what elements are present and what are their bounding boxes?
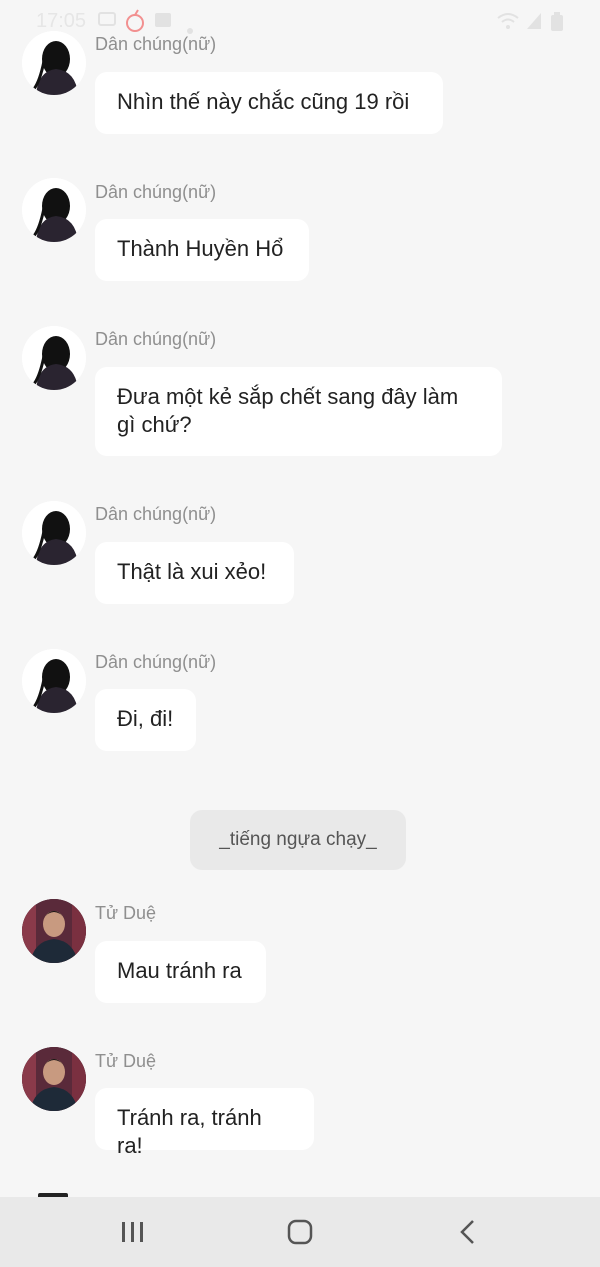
signal-icon	[526, 12, 542, 35]
message-bubble[interactable]: Mau tránh ra	[95, 941, 266, 1003]
silhouette-avatar-icon	[22, 178, 86, 242]
avatar[interactable]	[22, 31, 86, 95]
sender-name: Dân chúng(nữ)	[95, 34, 217, 54]
narration-bubble: _tiếng ngựa chạy_	[190, 810, 406, 870]
sender-name: Dân chúng(nữ)	[95, 182, 217, 202]
home-icon	[287, 1219, 313, 1245]
back-icon	[460, 1220, 474, 1244]
sender-name: Dân chúng(nữ)	[95, 652, 217, 672]
gallery-icon	[154, 12, 172, 33]
wifi-icon	[496, 12, 520, 35]
message-bubble[interactable]: Đi, đi!	[95, 689, 196, 751]
sender-name: Tử Duệ	[95, 1051, 157, 1071]
silhouette-avatar-icon	[22, 649, 86, 713]
silhouette-avatar-icon	[22, 501, 86, 565]
sender-name: Dân chúng(nữ)	[95, 504, 217, 524]
sender-name: Tử Duệ	[95, 903, 157, 923]
avatar[interactable]	[22, 899, 86, 963]
message-bubble[interactable]: Tránh ra, tránh ra!	[95, 1088, 314, 1158]
recent-apps-button[interactable]	[73, 1197, 193, 1267]
status-time: 17:05	[36, 10, 87, 32]
message-bubble[interactable]: Thành Huyền Hổ	[95, 219, 309, 281]
sender-name: Dân chúng(nữ)	[95, 329, 217, 349]
back-button[interactable]	[408, 1197, 528, 1267]
avatar[interactable]	[22, 178, 86, 242]
portrait-avatar-icon	[22, 1047, 86, 1111]
silhouette-avatar-icon	[22, 326, 86, 390]
recent-apps-icon	[122, 1222, 143, 1242]
message-icon	[98, 12, 116, 33]
battery-icon	[550, 12, 564, 37]
avatar[interactable]	[22, 649, 86, 713]
message-bubble[interactable]: Nhìn thế này chắc cũng 19 rồi	[95, 72, 443, 134]
avatar[interactable]	[22, 1047, 86, 1111]
silhouette-avatar-icon	[22, 31, 86, 95]
avatar[interactable]	[22, 501, 86, 565]
navigation-bar	[0, 1197, 600, 1267]
message-bubble[interactable]: Đưa một kẻ sắp chết sang đây làm gì chứ?	[95, 367, 502, 456]
avatar[interactable]	[22, 326, 86, 390]
message-bubble[interactable]: Thật là xui xẻo!	[95, 542, 294, 604]
status-bar: 17:05	[0, 0, 600, 44]
home-button[interactable]	[240, 1197, 360, 1267]
portrait-avatar-icon	[22, 899, 86, 963]
